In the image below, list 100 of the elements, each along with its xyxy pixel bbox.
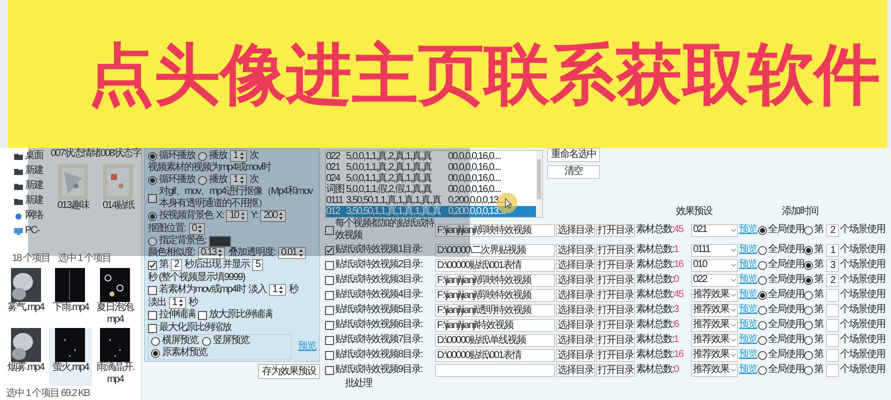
spin-field[interactable]: 0.13: [198, 247, 226, 259]
number-field[interactable]: 2: [826, 224, 839, 236]
preset-row[interactable]: 024 5,0,0,1,1,真,2,真,1,真,真 00,0,0,0,16,0....: [326, 173, 536, 184]
list-button[interactable]: 重命名选中: [547, 148, 600, 162]
preset-dropdown[interactable]: 010: [691, 258, 738, 272]
field-label: 抠图位置:: [148, 223, 186, 234]
preset-dropdown[interactable]: 推荐效果: [691, 318, 738, 332]
table-cell-text: 3,50,50,1,1,真,1,真,1,真,真: [346, 195, 442, 206]
preset-row[interactable]: 022 5,0,0,1,1,真,2,真,1,真,真 00,0,0,0,16,0....: [326, 151, 536, 162]
choose-folder-button[interactable]: 选择目录: [556, 304, 595, 316]
path-field[interactable]: F:\jianji\jianji\特效视频: [435, 318, 555, 332]
open-folder-button[interactable]: 打开目录: [596, 304, 635, 316]
path-field[interactable]: D:\00000贴纸\001表情: [435, 258, 555, 272]
path-field[interactable]: D:\00000贴纸\001表情: [435, 348, 555, 362]
choose-folder-button[interactable]: 选择目录: [556, 288, 595, 302]
preset-row[interactable]: 012 3,50,50,1,1,真,1,真,1,真,真 0,200,0,0,0,13....: [326, 206, 536, 217]
number-field[interactable]: 5: [252, 259, 263, 271]
open-folder-button[interactable]: 打开目录: [596, 224, 635, 236]
choose-folder-button[interactable]: 选择目录: [556, 258, 595, 272]
table-cell-text: 0111: [326, 195, 344, 206]
radio-label: 全局使用: [768, 334, 804, 346]
table-cell-text: 3,50,50,1,1,真,1,真,1,真,真: [346, 206, 442, 217]
path-field[interactable]: F:\jianji\jianji\剪映特效视频: [435, 274, 555, 286]
open-folder-button[interactable]: 打开目录: [596, 318, 635, 332]
file-name: 013趣味: [57, 200, 90, 212]
radio-label: 原素材预览: [162, 347, 207, 359]
preset-dropdown[interactable]: 推荐效果: [691, 334, 738, 346]
field-label: 个场景使用: [840, 274, 885, 286]
radio-label: 播放: [209, 150, 227, 162]
row-label: 贴纸或特效视频4目录:: [335, 289, 424, 301]
video-file[interactable]: 雨滴晶开.mp4: [93, 328, 137, 386]
open-folder-button[interactable]: 打开目录: [596, 274, 635, 286]
path-field[interactable]: D:\00000\二次界贴视频: [435, 244, 555, 256]
spin-field[interactable]: 10: [226, 210, 248, 222]
save-preset-button[interactable]: 存为效果预设: [258, 364, 320, 379]
choose-folder-button[interactable]: 选择目录: [556, 274, 595, 286]
preset-dropdown[interactable]: 推荐效果: [691, 304, 738, 316]
radio-label: 第: [814, 244, 823, 256]
spin-field[interactable]: 200: [260, 210, 286, 222]
list-button[interactable]: 清空: [547, 165, 600, 179]
spin-field[interactable]: 1: [230, 174, 247, 186]
choose-folder-button[interactable]: 选择目录: [556, 244, 595, 256]
preset-row[interactable]: 词图 5,0,0,1,1,假,2,假,1,真,真 00,0,0,0,16,0....: [326, 184, 536, 195]
field-label: 个场景使用: [840, 289, 885, 301]
field-label: 次: [250, 150, 259, 162]
radio-label: 第: [814, 224, 823, 236]
count-value: 6: [674, 319, 678, 331]
video-file[interactable]: 夏日泡泡.mp4: [93, 268, 137, 326]
choose-folder-button[interactable]: 选择目录: [556, 364, 595, 376]
count-value: 1: [674, 334, 678, 346]
preset-dropdown[interactable]: 021: [691, 224, 738, 236]
preset-dropdown[interactable]: 推荐效果: [691, 364, 738, 376]
count-value: 16: [674, 259, 683, 271]
open-folder-button[interactable]: 打开目录: [596, 258, 635, 272]
radio-label: 第: [814, 274, 823, 286]
radio-label: 全局使用: [768, 319, 804, 331]
preset-row[interactable]: 021 5,0,0,1,1,真,2,真,1,真,真 00,0,0,0,16,0....: [326, 162, 536, 173]
column-header: 效果预设: [676, 206, 712, 218]
choose-folder-button[interactable]: 选择目录: [556, 348, 595, 362]
number-field[interactable]: 2: [826, 274, 839, 286]
video-file[interactable]: 萤火.mp4: [48, 328, 92, 386]
row-label: 每个视频都加的贴纸或特效视频: [335, 218, 434, 242]
file-name: 烟雾.mp4: [6, 362, 46, 374]
field-label: 个场景使用: [840, 224, 885, 236]
open-folder-button[interactable]: 打开目录: [596, 334, 635, 346]
table-cell: 00,0,0,0,16,0....: [448, 173, 500, 184]
spin-field[interactable]: 1: [269, 284, 286, 296]
radio-label: 全局使用: [768, 224, 804, 236]
preset-dropdown[interactable]: 0111: [691, 244, 738, 256]
number-field[interactable]: 3: [826, 258, 839, 272]
preset-dropdown[interactable]: 022: [691, 274, 738, 286]
video-file[interactable]: 烟雾.mp4: [4, 328, 48, 386]
open-folder-button[interactable]: 打开目录: [596, 364, 635, 376]
video-file[interactable]: 下雨.mp4: [48, 268, 92, 326]
open-folder-button[interactable]: 打开目录: [596, 244, 635, 256]
path-field[interactable]: F:\jianji\jianji\剪映特效视频: [435, 288, 555, 302]
preset-dropdown[interactable]: 推荐效果: [691, 348, 738, 362]
path-field[interactable]: F:\jianji\jianji\透明特效视频: [435, 304, 555, 316]
number-field[interactable]: 1: [826, 244, 839, 256]
choose-folder-button[interactable]: 选择目录: [556, 334, 595, 346]
radio-label: 横屏预览: [162, 335, 198, 346]
spin-field[interactable]: 1: [230, 150, 247, 162]
open-folder-button[interactable]: 打开目录: [596, 348, 635, 362]
spin-field[interactable]: 1: [169, 297, 186, 309]
video-file[interactable]: 雾气.mp4: [4, 268, 48, 326]
open-folder-button[interactable]: 打开目录: [596, 288, 635, 302]
choose-folder-button[interactable]: 选择目录: [556, 224, 595, 236]
path-field[interactable]: F:\jianji\jianji\剪映特效视频: [435, 224, 555, 236]
file-name: 014贴纸: [102, 200, 134, 212]
count-label: 素材总数:: [636, 304, 674, 316]
path-field[interactable]: D:\00000贴纸\单线视频: [435, 334, 555, 346]
number-field[interactable]: 2: [171, 259, 182, 271]
choose-folder-button[interactable]: 选择目录: [556, 318, 595, 332]
table-cell-text: 021: [326, 162, 342, 173]
radio-label: 指定背景色:: [159, 235, 206, 246]
spin-field[interactable]: 0.01: [278, 247, 306, 259]
table-cell: 00,0,0,0,16,0....: [448, 151, 500, 162]
preset-dropdown[interactable]: 推荐效果: [691, 288, 738, 302]
table-cell-text: 词图: [326, 184, 345, 195]
spin-field[interactable]: 0: [188, 223, 206, 235]
